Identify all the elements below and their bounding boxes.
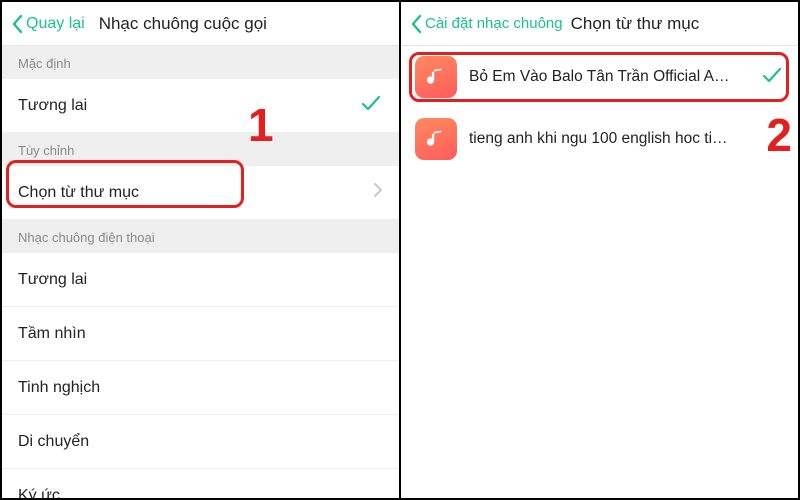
- section-header-custom: Tùy chỉnh: [2, 133, 399, 166]
- row-default-ringtone[interactable]: Tương lai: [2, 79, 399, 133]
- check-icon: [760, 63, 784, 92]
- section-header-phone: Nhạc chuông điện thoại: [2, 220, 399, 253]
- chevron-left-icon: [411, 14, 423, 34]
- track-row[interactable]: tieng anh khi ngu 100 english hoc ti…: [401, 108, 798, 170]
- row-label: Tầm nhìn: [18, 325, 383, 343]
- back-label: Cài đặt nhạc chuông: [425, 15, 563, 32]
- chevron-right-icon: [373, 182, 383, 203]
- navbar-right: Cài đặt nhạc chuông Chọn từ thư mục: [401, 2, 798, 46]
- check-icon: [359, 91, 383, 120]
- row-ringtone[interactable]: Tương lai: [2, 253, 399, 307]
- row-ringtone[interactable]: Di chuyển: [2, 415, 399, 469]
- row-ringtone[interactable]: Ký ức: [2, 469, 399, 498]
- track-label: tieng anh khi ngu 100 english hoc ti…: [469, 130, 784, 148]
- row-label: Chọn từ thư mục: [18, 184, 373, 202]
- row-ringtone[interactable]: Tầm nhìn: [2, 307, 399, 361]
- back-label: Quay lại: [26, 15, 85, 33]
- back-button[interactable]: Cài đặt nhạc chuông: [411, 14, 563, 34]
- row-label: Tương lai: [18, 97, 359, 115]
- chevron-left-icon: [12, 14, 24, 34]
- tutorial-frame: Quay lại Nhạc chuông cuộc gọi Mặc định T…: [0, 0, 800, 500]
- row-label: Tinh nghịch: [18, 379, 383, 397]
- pane-ringtone-settings: Quay lại Nhạc chuông cuộc gọi Mặc định T…: [2, 2, 399, 498]
- track-row[interactable]: Bỏ Em Vào Balo Tân Trần Official A…: [401, 46, 798, 108]
- row-choose-folder[interactable]: Chọn từ thư mục: [2, 166, 399, 220]
- section-header-default: Mặc định: [2, 46, 399, 79]
- navbar-left: Quay lại Nhạc chuông cuộc gọi: [2, 2, 399, 46]
- row-label: Ký ức: [18, 487, 383, 499]
- track-label: Bỏ Em Vào Balo Tân Trần Official A…: [469, 68, 754, 86]
- page-title: Chọn từ thư mục: [571, 14, 700, 34]
- page-title: Nhạc chuông cuộc gọi: [99, 14, 267, 34]
- back-button[interactable]: Quay lại: [12, 14, 85, 34]
- pane-choose-from-folder: Cài đặt nhạc chuông Chọn từ thư mục Bỏ E…: [399, 2, 798, 498]
- music-note-icon: [415, 56, 457, 98]
- row-label: Tương lai: [18, 271, 383, 289]
- music-note-icon: [415, 118, 457, 160]
- row-ringtone[interactable]: Tinh nghịch: [2, 361, 399, 415]
- row-label: Di chuyển: [18, 433, 383, 451]
